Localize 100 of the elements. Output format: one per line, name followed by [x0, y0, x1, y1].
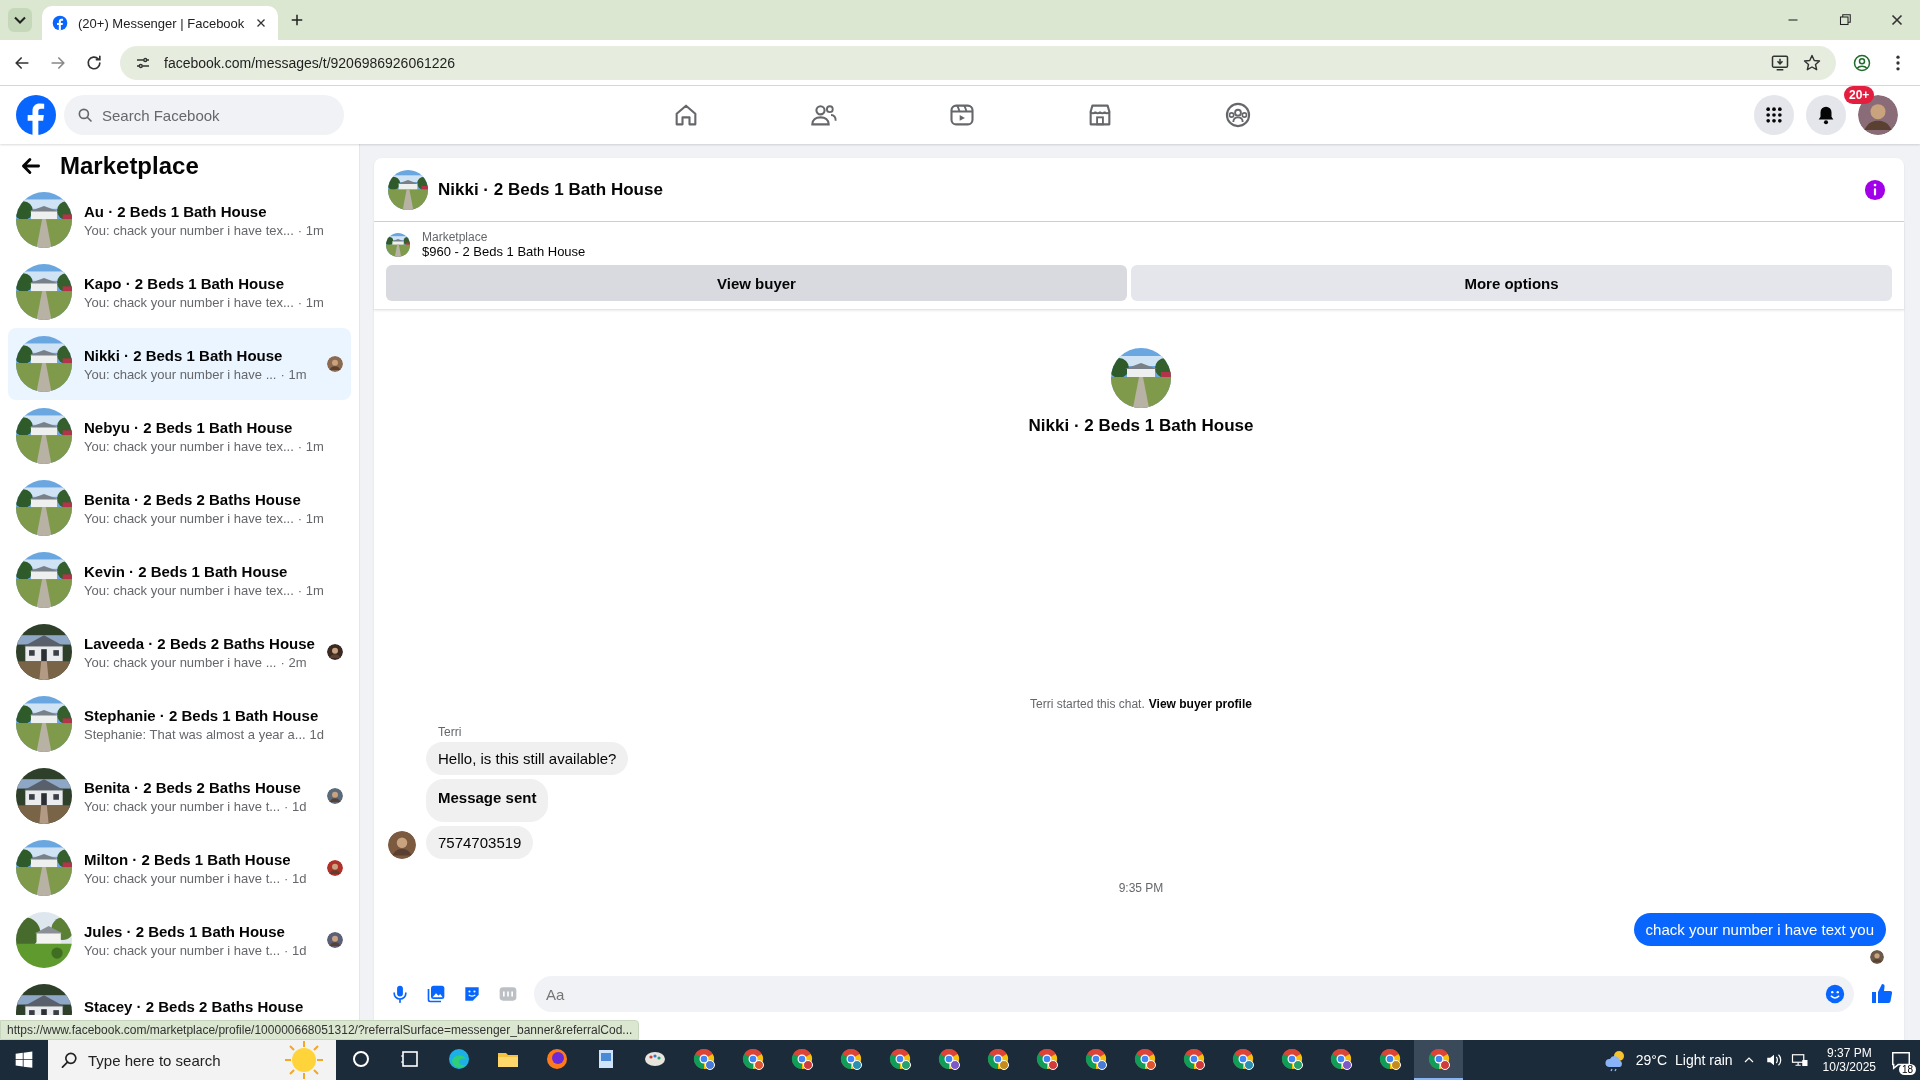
chrome-browser-icon [1279, 1047, 1304, 1071]
message-bubble: Message sent [426, 779, 549, 822]
timestamp: · 1m [297, 510, 324, 526]
notification-count: 18 [1898, 1064, 1916, 1075]
facebook-logo-icon[interactable] [16, 95, 56, 135]
conversation-title: Jules · 2 Beds 1 Bath House [84, 922, 286, 940]
conversation-item[interactable]: Nikki · 2 Beds 1 Bath House You: chack your number i have ... · 1m [8, 328, 351, 400]
url-text: facebook.com/messages/t/9206986926061226 [164, 54, 456, 71]
timestamp: · 1m [297, 582, 324, 598]
conversation-item[interactable]: Jules · 2 Beds 1 Bath House You: chack your number i have t... · 1d [8, 904, 351, 976]
conversation-title: Au · 2 Beds 1 Bath House [84, 202, 268, 220]
conversation-item[interactable]: Nebyu · 2 Beds 1 Bath House You: chack your number i have tex... · 1m [8, 400, 351, 472]
conversation-item[interactable]: Laveeda · 2 Beds 2 Baths House You: chack your number i have ... · 2m [8, 616, 351, 688]
profile-icon[interactable] [1852, 52, 1872, 73]
message-preview: You: chack your number i have ... [84, 366, 277, 382]
conversation-item[interactable]: Stephanie · 2 Beds 1 Bath House Stephanie: That was almost a year a... 1d [8, 688, 351, 760]
browser-tab[interactable]: (20+) Messenger | Facebook [42, 6, 278, 40]
conversation-item[interactable]: Kapo · 2 Beds 1 Bath House You: chack your number i have tex... · 1m [8, 256, 351, 328]
groups-icon [1224, 101, 1252, 129]
timestamp: · 1d [284, 798, 307, 814]
notice-text: Terri started this chat. [1030, 697, 1145, 711]
message-preview: You: chack your number i have tex... [84, 582, 294, 598]
conversation-item[interactable]: Au · 2 Beds 1 Bath House You: chack your number i have tex... · 1m [8, 184, 351, 256]
info-icon[interactable] [1864, 178, 1886, 201]
conversation-item[interactable]: Benita · 2 Beds 2 Baths House You: chack your number i have t... · 1d [8, 760, 351, 832]
conversation-title: Kevin · 2 Beds 1 Bath House [84, 562, 289, 580]
tab-list-icon[interactable] [8, 8, 32, 32]
facebook-logo-icon [52, 15, 68, 31]
conversation-item[interactable]: Kevin · 2 Beds 1 Bath House You: chack your number i have tex... · 1m [8, 544, 351, 616]
profile-name: Nikki · 2 Beds 1 Bath House [1028, 416, 1254, 436]
conversation-title: Stephanie · 2 Beds 1 Bath House [84, 706, 320, 724]
chrome-browser-icon [789, 1047, 814, 1071]
message-preview: Stephanie: That was almost a year a... [84, 726, 306, 742]
conversation-title: Milton · 2 Beds 1 Bath House [84, 850, 292, 868]
message-preview: You: chack your number i have t... [84, 798, 281, 814]
conversation-title: Laveeda · 2 Beds 2 Baths House [84, 634, 315, 652]
chrome-browser-icon [838, 1047, 863, 1071]
search-field[interactable]: Search Facebook [64, 95, 344, 135]
message-bubble: chack your number i have text you [1633, 913, 1886, 946]
message-preview: You: chack your number i have tex... [84, 222, 294, 238]
sender-name: Terri [438, 725, 463, 739]
chat-title: Nikki · 2 Beds 1 Bath House [438, 179, 663, 200]
conversation-title: Benita · 2 Beds 2 Baths House [84, 490, 302, 508]
notification-center-icon[interactable] [1890, 1049, 1912, 1071]
timestamp: 1d [309, 726, 325, 742]
taskbar-app[interactable] [1414, 1040, 1463, 1080]
notifications-button[interactable] [1806, 95, 1846, 135]
sidebar-title: Marketplace [60, 152, 199, 180]
message-preview: You: chack your number i have ... [84, 654, 277, 670]
chrome-browser-icon [691, 1047, 716, 1071]
chrome-browser-icon [740, 1047, 765, 1071]
view-buyer-profile-link[interactable]: View buyer profile [1148, 697, 1252, 711]
timestamp: · 1m [297, 438, 324, 454]
edge-browser-icon [446, 1047, 471, 1071]
chrome-browser-icon [1377, 1047, 1402, 1071]
message-preview: You: chack your number i have t... [84, 870, 281, 886]
conversation-item[interactable]: Milton · 2 Beds 1 Bath House You: chack your number i have t... · 1d [8, 832, 351, 904]
emoji-icon[interactable] [1824, 983, 1846, 1005]
timestamp: 9:35 PM [1117, 881, 1165, 895]
sun-icon [284, 1040, 324, 1080]
message-preview: You: chack your number i have tex... [84, 510, 294, 526]
chrome-browser-icon [1083, 1047, 1108, 1071]
thumbs-up-icon[interactable] [1870, 982, 1894, 1006]
taskbar-search-field[interactable]: Type here to search [48, 1040, 336, 1080]
clock-date: 10/3/2025 [1822, 1060, 1876, 1074]
chrome-browser-icon [887, 1047, 912, 1071]
weather-text: Light rain [1675, 1052, 1733, 1068]
message-bubble: 7574703519 [426, 826, 534, 859]
microphone-icon[interactable] [390, 984, 410, 1004]
temperature: 29°C [1635, 1052, 1667, 1068]
windows-logo-icon [14, 1050, 34, 1070]
conversation-title: Stacey · 2 Beds 2 Baths House [84, 998, 305, 1015]
timestamp: · 1m [297, 222, 324, 238]
chrome-browser-icon [1034, 1047, 1059, 1071]
search-icon [76, 106, 94, 124]
tab-title: (20+) Messenger | Facebook [78, 15, 245, 31]
chrome-browser-icon [1132, 1047, 1157, 1071]
chrome-browser-icon [1426, 1047, 1451, 1071]
menu-button[interactable] [1754, 95, 1794, 135]
address-bar[interactable]: facebook.com/messages/t/9206986926061226 [120, 45, 1836, 80]
photo-icon[interactable] [426, 984, 446, 1004]
sticker-icon[interactable] [462, 984, 482, 1004]
conversation-title: Nebyu · 2 Beds 1 Bath House [84, 418, 294, 436]
message-field[interactable]: Aa [534, 976, 1854, 1012]
notification-badge: 20+ [1844, 86, 1875, 104]
conversation-title: Benita · 2 Beds 2 Baths House [84, 778, 302, 796]
network-icon[interactable] [1790, 1051, 1809, 1069]
conversation-title: Kapo · 2 Beds 1 Bath House [84, 274, 286, 292]
timestamp: · 1d [284, 942, 307, 958]
action-button[interactable]: More options [1131, 265, 1892, 301]
clock-time: 9:37 PM [1825, 1046, 1873, 1060]
search-icon [60, 1050, 80, 1070]
chrome-browser-icon [1328, 1047, 1353, 1071]
conversation-title: Nikki · 2 Beds 1 Bath House [84, 346, 284, 364]
action-button[interactable]: View buyer [386, 265, 1127, 301]
bookmark-star-icon[interactable] [1802, 52, 1822, 73]
message-preview: You: chack your number i have tex... [84, 438, 294, 454]
chrome-browser-icon [985, 1047, 1010, 1071]
link-preview-tooltip: https://www.facebook.com/marketplace/profile/100000668051312/?referralSurface=messenger_banner&referralCod... [0, 1020, 640, 1040]
conversation-item[interactable]: Benita · 2 Beds 2 Baths House You: chack your number i have tex... · 1m [8, 472, 351, 544]
